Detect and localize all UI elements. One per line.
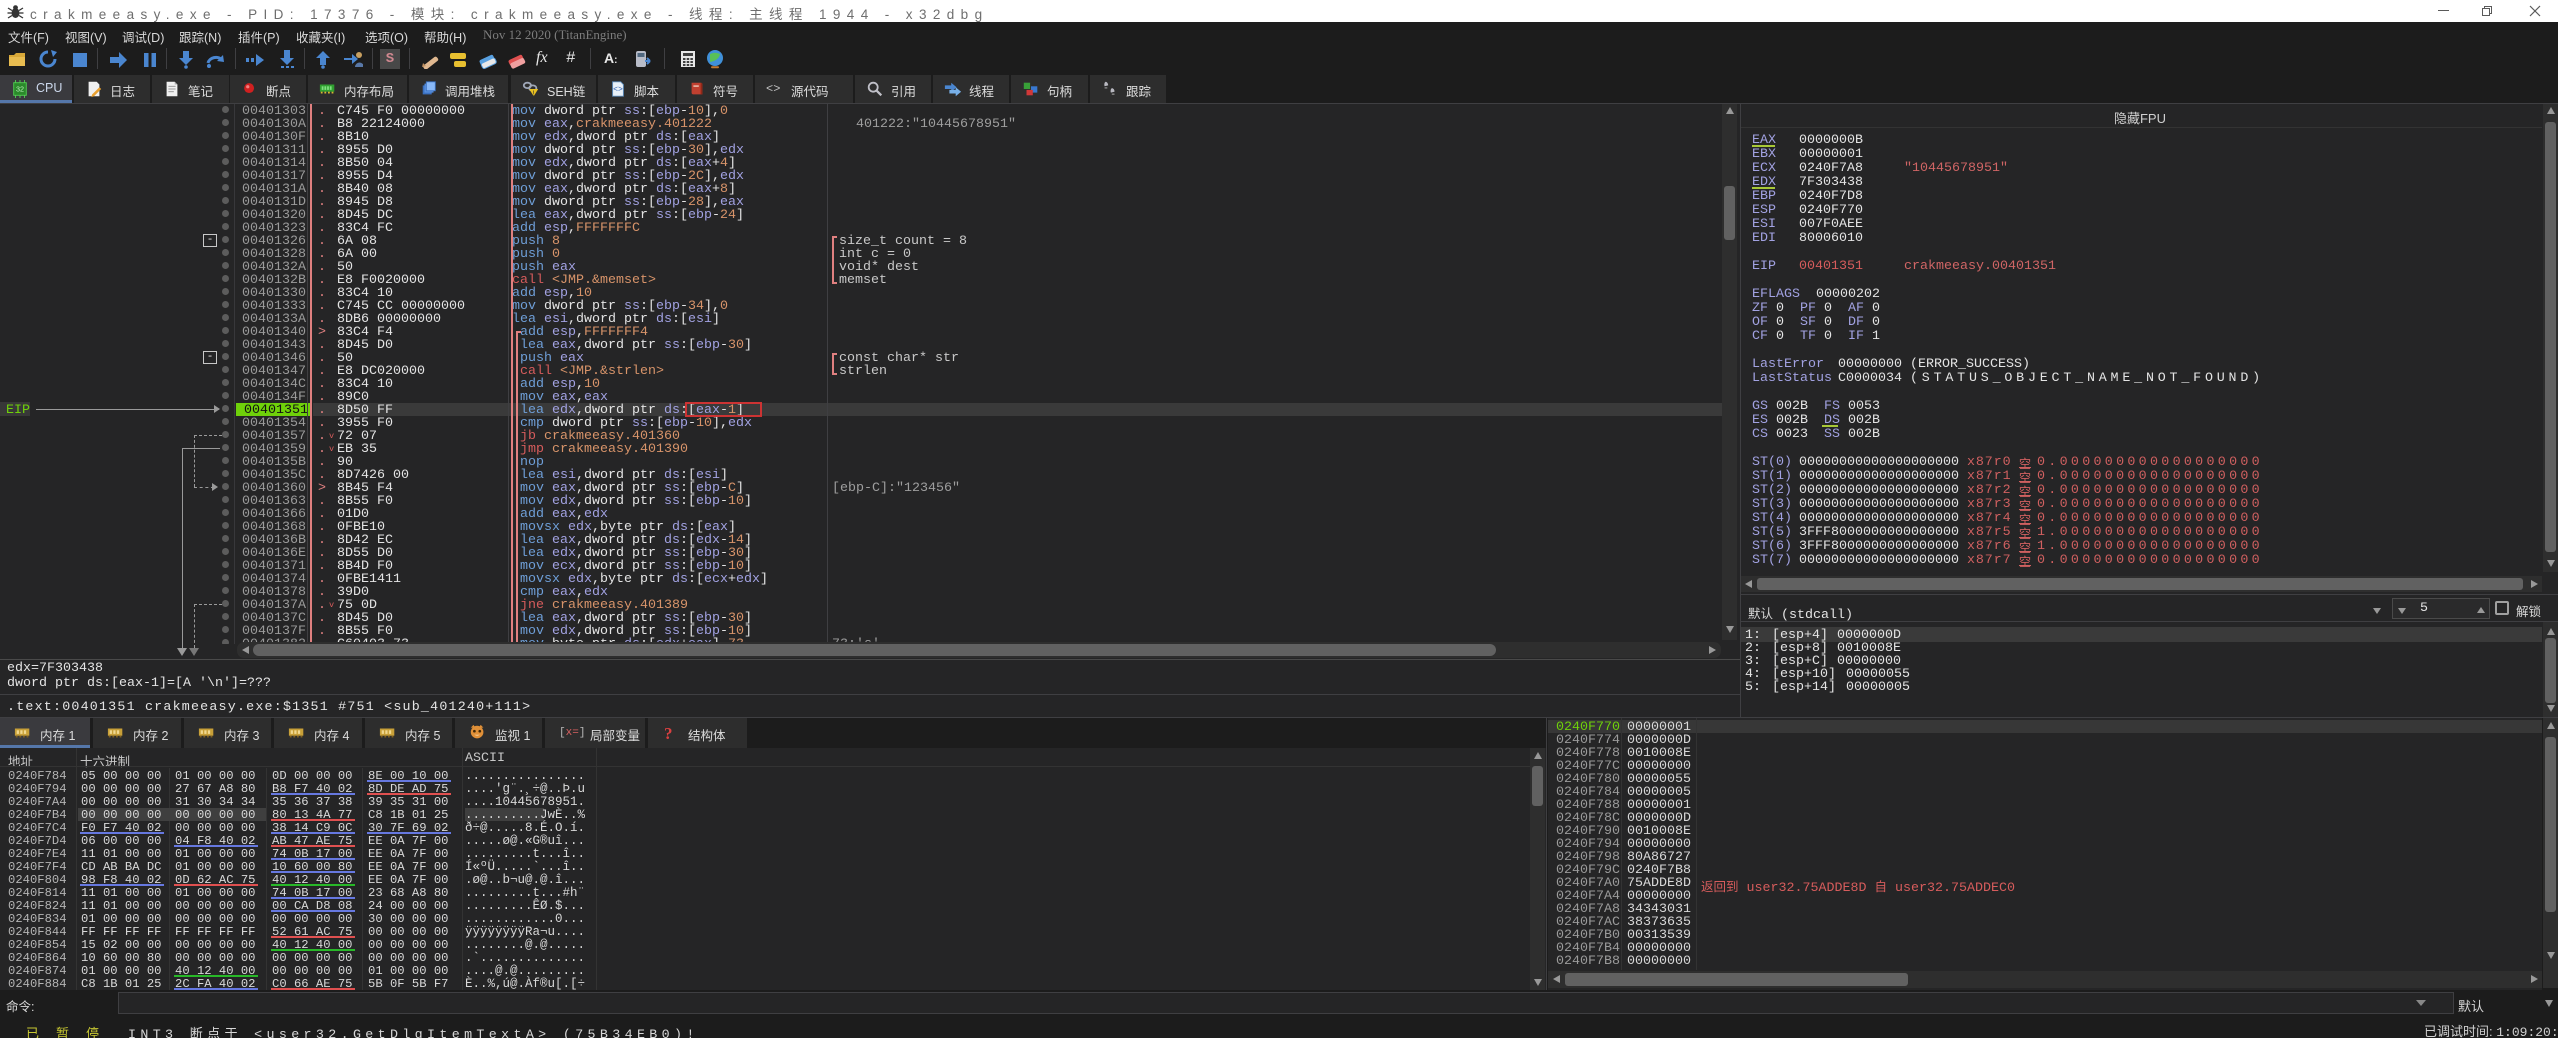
svg-text:<>: <>: [613, 86, 623, 95]
svg-text:!: !: [532, 90, 536, 98]
svg-text:32: 32: [16, 85, 24, 94]
